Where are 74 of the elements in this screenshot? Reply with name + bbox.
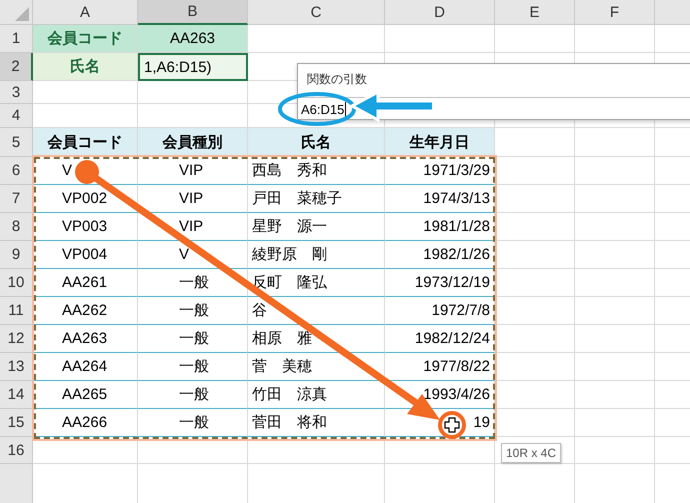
column-header[interactable] bbox=[655, 0, 690, 25]
table-cell: AA262 bbox=[33, 297, 138, 325]
table-cell: VP002 bbox=[33, 185, 138, 213]
row-header[interactable]: 4 bbox=[0, 104, 33, 128]
table-cell: AA261 bbox=[33, 269, 138, 297]
table-cell: 星野 源一 bbox=[248, 213, 385, 241]
row-header[interactable]: 10 bbox=[0, 269, 33, 297]
row-header[interactable]: 6 bbox=[0, 157, 33, 185]
column-header[interactable]: D bbox=[385, 0, 495, 25]
table-cell: 1982/1/26 bbox=[385, 241, 495, 269]
row-header[interactable]: 12 bbox=[0, 325, 33, 353]
column-header[interactable]: F bbox=[575, 0, 655, 25]
column-header[interactable]: E bbox=[495, 0, 575, 25]
cursor-ring-icon bbox=[438, 411, 466, 439]
table-cell: AA266 bbox=[33, 409, 138, 437]
row-header[interactable]: 9 bbox=[0, 241, 33, 269]
column-heading: 会員コード bbox=[33, 128, 138, 157]
table-cell: VIP bbox=[138, 213, 248, 241]
table-cell: 1973/12/19 bbox=[385, 269, 495, 297]
row-header[interactable]: 15 bbox=[0, 409, 33, 437]
column-heading: 生年月日 bbox=[385, 128, 495, 157]
table-cell: V bbox=[138, 241, 248, 269]
column-heading: 氏名 bbox=[248, 128, 385, 157]
table-cell: 菅田 将和 bbox=[248, 409, 385, 437]
table-cell: VP003 bbox=[33, 213, 138, 241]
table-cell: 竹田 涼真 bbox=[248, 381, 385, 409]
field-label: 会員コード bbox=[33, 25, 138, 53]
table-cell: 西島 秀和 bbox=[248, 157, 385, 185]
table-cell: 1971/3/29 bbox=[385, 157, 495, 185]
row-header[interactable]: 13 bbox=[0, 353, 33, 381]
row-header[interactable]: 1 bbox=[0, 25, 33, 53]
column-header[interactable]: B bbox=[138, 0, 248, 25]
column-header[interactable]: C bbox=[248, 0, 385, 25]
table-cell: 1977/8/22 bbox=[385, 353, 495, 381]
column-header[interactable]: A bbox=[33, 0, 138, 25]
table-cell: 一般 bbox=[138, 325, 248, 353]
table-cell: 谷 bbox=[248, 297, 385, 325]
row-header[interactable]: 16 bbox=[0, 437, 33, 464]
table-cell: 綾野原 剛 bbox=[248, 241, 385, 269]
row-header[interactable] bbox=[0, 464, 33, 503]
table-cell: 1982/12/24 bbox=[385, 325, 495, 353]
row-header[interactable]: 14 bbox=[0, 381, 33, 409]
formula-cell: 1,A6:D15) bbox=[138, 53, 248, 81]
panel-title: 関数の引数 bbox=[306, 71, 368, 88]
row-header[interactable]: 5 bbox=[0, 128, 33, 157]
row-header[interactable]: 2 bbox=[0, 53, 33, 81]
selection-size-tooltip: 10R x 4C bbox=[501, 443, 562, 463]
table-cell: 一般 bbox=[138, 269, 248, 297]
table-cell: AA263 bbox=[138, 25, 248, 53]
row-header[interactable]: 11 bbox=[0, 297, 33, 325]
cursor-cross-icon bbox=[444, 417, 460, 433]
table-cell: 1974/3/13 bbox=[385, 185, 495, 213]
table-cell: 一般 bbox=[138, 297, 248, 325]
table-cell: 1981/1/28 bbox=[385, 213, 495, 241]
table-cell: 一般 bbox=[138, 409, 248, 437]
table-cell: AA263 bbox=[33, 325, 138, 353]
table-cell: 1972/7/8 bbox=[385, 297, 495, 325]
row-header[interactable]: 3 bbox=[0, 81, 33, 104]
table-cell: VP004 bbox=[33, 241, 138, 269]
table-cell: 一般 bbox=[138, 381, 248, 409]
table-cell: VIP bbox=[138, 157, 248, 185]
column-heading: 会員種別 bbox=[138, 128, 248, 157]
table-cell: AA264 bbox=[33, 353, 138, 381]
corner-triangle-icon bbox=[15, 7, 29, 21]
table-cell: 一般 bbox=[138, 353, 248, 381]
table-cell: 菅 美穂 bbox=[248, 353, 385, 381]
field-label: 氏名 bbox=[33, 53, 138, 81]
table-cell: VIP bbox=[138, 185, 248, 213]
table-cell: 相原 雅 bbox=[248, 325, 385, 353]
row-header[interactable]: 7 bbox=[0, 185, 33, 213]
select-all-corner[interactable] bbox=[0, 0, 33, 25]
table-cell: 戸田 菜穂子 bbox=[248, 185, 385, 213]
row-header[interactable]: 8 bbox=[0, 213, 33, 241]
table-cell: AA265 bbox=[33, 381, 138, 409]
